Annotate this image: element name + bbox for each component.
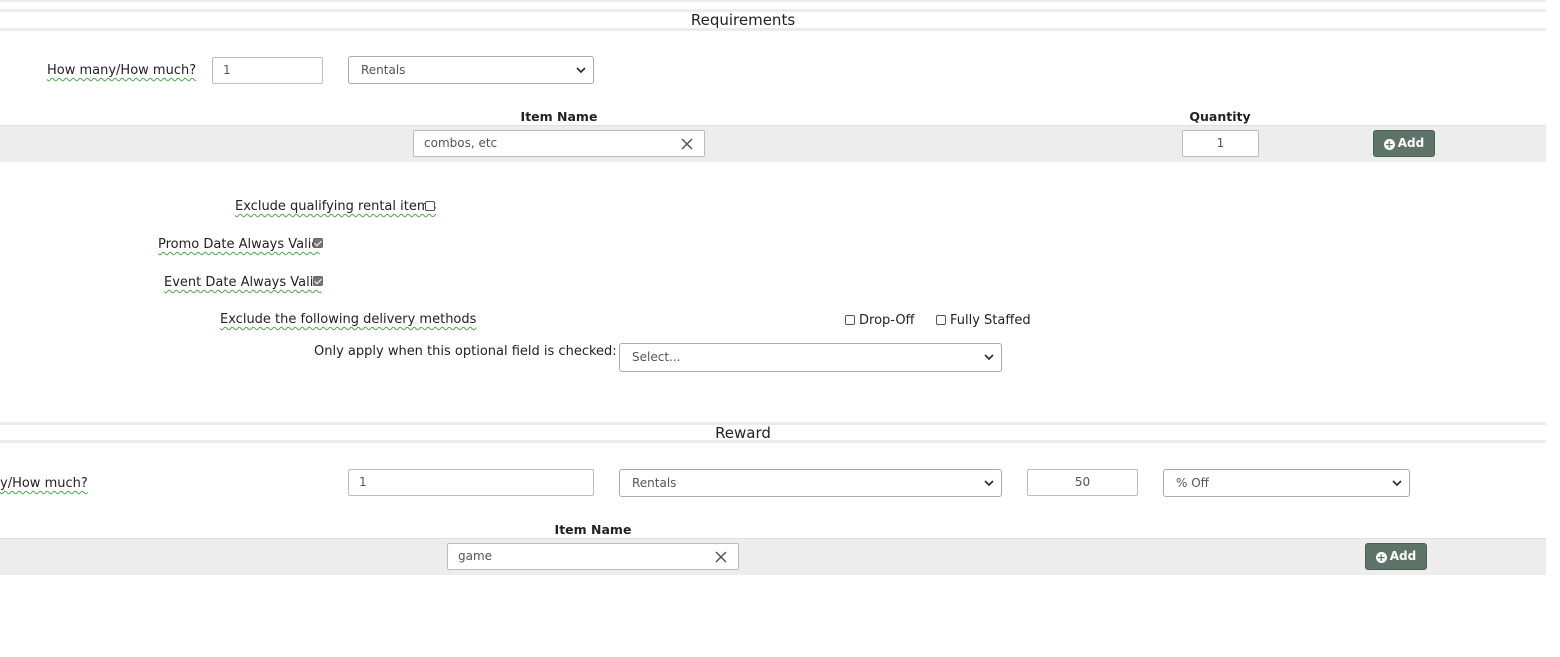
req-how-many-label: How many/How much? <box>47 63 197 78</box>
reward-divider-top <box>0 422 1546 425</box>
event-date-label: Event Date Always Valid <box>164 275 322 290</box>
reward-divider-bottom <box>0 440 1546 443</box>
reward-item-row <box>0 538 1546 575</box>
drop-off-checkbox[interactable] <box>845 315 855 325</box>
event-date-checkbox[interactable] <box>313 276 323 286</box>
reward-item-input[interactable]: game <box>447 543 739 570</box>
clear-icon[interactable] <box>715 551 727 563</box>
reward-type-select[interactable]: Rentals <box>619 469 1002 497</box>
chevron-down-icon <box>1392 480 1402 487</box>
plus-circle-icon: + <box>1383 138 1395 151</box>
reward-discount-select[interactable]: % Off <box>1163 469 1410 497</box>
req-item-row <box>0 125 1546 162</box>
chevron-down-icon <box>984 354 994 361</box>
req-type-select[interactable]: Rentals <box>348 56 594 84</box>
req-add-label: Add <box>1397 136 1425 150</box>
reward-item-value: game <box>458 549 493 563</box>
reward-amount-input[interactable]: 50 <box>1027 469 1138 496</box>
exclude-qualifying-label: Exclude qualifying rental items <box>235 199 437 214</box>
req-item-value: combos, etc <box>424 136 498 150</box>
optional-field-label: Only apply when this optional field is c… <box>314 344 617 359</box>
req-item-name-header: Item Name <box>520 109 598 124</box>
requirements-divider-bottom <box>0 28 1546 31</box>
promo-date-label: Promo Date Always Valid <box>158 237 320 252</box>
req-quantity-input[interactable]: 1 <box>212 57 323 84</box>
top-divider <box>0 0 1546 2</box>
requirements-title: Requirements <box>690 11 796 29</box>
req-add-button[interactable]: + Add <box>1373 130 1435 157</box>
exclude-qualifying-checkbox[interactable] <box>425 201 435 211</box>
exclude-delivery-label: Exclude the following delivery methods <box>220 312 477 327</box>
plus-circle-icon: + <box>1375 551 1387 564</box>
req-type-select-value: Rentals <box>361 63 406 77</box>
fully-staffed-checkbox[interactable] <box>936 315 946 325</box>
reward-quantity-input[interactable]: 1 <box>348 469 594 496</box>
reward-add-label: Add <box>1389 549 1417 563</box>
req-item-input[interactable]: combos, etc <box>413 130 705 157</box>
req-item-quantity-input[interactable]: 1 <box>1182 130 1259 157</box>
optional-field-select-value: Select... <box>632 350 681 364</box>
fully-staffed-label: Fully Staffed <box>950 313 1031 328</box>
reward-item-name-header: Item Name <box>554 522 632 537</box>
reward-add-button[interactable]: + Add <box>1365 543 1427 570</box>
chevron-down-icon <box>576 67 586 74</box>
reward-how-many-label: y/How much? <box>0 476 88 491</box>
clear-icon[interactable] <box>681 138 693 150</box>
drop-off-label: Drop-Off <box>859 313 915 328</box>
req-quantity-header: Quantity <box>1189 109 1251 124</box>
reward-type-select-value: Rentals <box>632 476 677 490</box>
reward-discount-select-value: % Off <box>1176 476 1209 490</box>
optional-field-select[interactable]: Select... <box>619 343 1002 372</box>
chevron-down-icon <box>984 480 994 487</box>
promo-date-checkbox[interactable] <box>313 238 323 248</box>
